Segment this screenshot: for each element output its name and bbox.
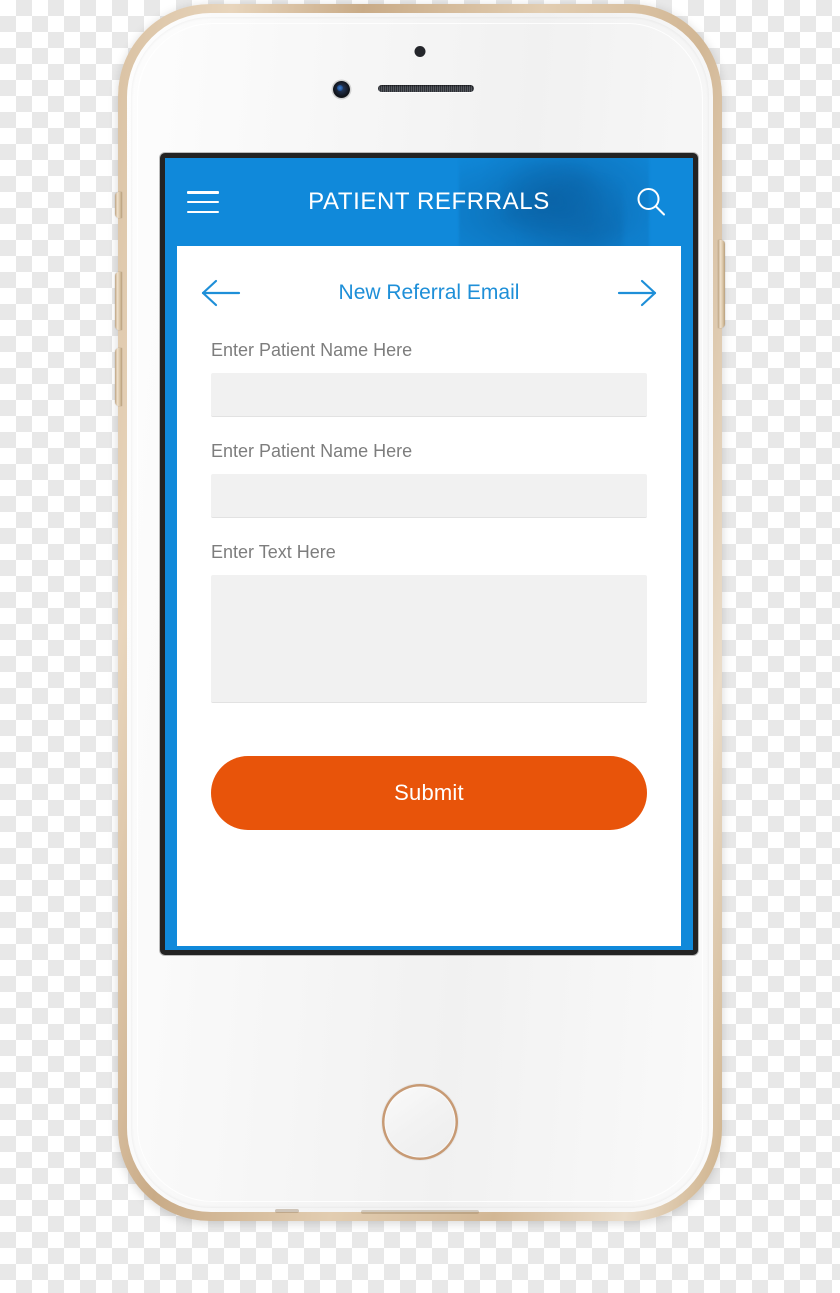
- message-textarea[interactable]: [211, 575, 647, 703]
- field-label: Enter Patient Name Here: [211, 340, 413, 360]
- content-card: New Referral Email Enter Patient Name He…: [177, 246, 681, 946]
- form-field-text: Enter Text Here: [211, 542, 647, 708]
- screen-bezel: PATIENT REFRRALS New Referral Email Ente…: [160, 153, 698, 955]
- nav-title: New Referral Email: [338, 281, 520, 304]
- volume-up-button[interactable]: [115, 272, 122, 330]
- mute-switch[interactable]: [115, 192, 122, 218]
- proximity-sensor-icon: [414, 46, 426, 57]
- volume-down-button[interactable]: [115, 348, 122, 406]
- device-front-face: PATIENT REFRRALS New Referral Email Ente…: [127, 13, 713, 1214]
- page-title: PATIENT REFRRALS: [308, 188, 550, 215]
- search-icon[interactable]: [633, 184, 669, 220]
- form-field-patient-name-1: Enter Patient Name Here: [211, 340, 647, 417]
- bottom-speaker-port: [361, 1210, 479, 1214]
- field-label: Enter Text Here: [211, 542, 336, 562]
- front-camera-icon: [333, 81, 350, 98]
- patient-name-input-2[interactable]: [211, 474, 647, 518]
- earpiece-speaker-icon: [378, 85, 474, 92]
- field-label: Enter Patient Name Here: [211, 441, 413, 461]
- patient-name-input-1[interactable]: [211, 373, 647, 417]
- app-header: PATIENT REFRRALS: [165, 158, 693, 246]
- bottom-left-port: [275, 1209, 299, 1213]
- arrow-right-icon[interactable]: [615, 277, 659, 309]
- search-icon-glyph: [637, 188, 665, 216]
- home-button[interactable]: [382, 1084, 458, 1160]
- app-screen: PATIENT REFRRALS New Referral Email Ente…: [165, 158, 693, 950]
- arrow-right-glyph: [617, 279, 657, 307]
- phone-device: PATIENT REFRRALS New Referral Email Ente…: [115, 4, 725, 1221]
- referral-form: Enter Patient Name Here Enter Patient Na…: [177, 340, 681, 708]
- submit-area: Submit: [177, 732, 681, 830]
- submit-button[interactable]: Submit: [211, 756, 647, 830]
- nav-row: New Referral Email: [177, 246, 681, 340]
- form-field-patient-name-2: Enter Patient Name Here: [211, 441, 647, 518]
- power-button[interactable]: [718, 240, 725, 328]
